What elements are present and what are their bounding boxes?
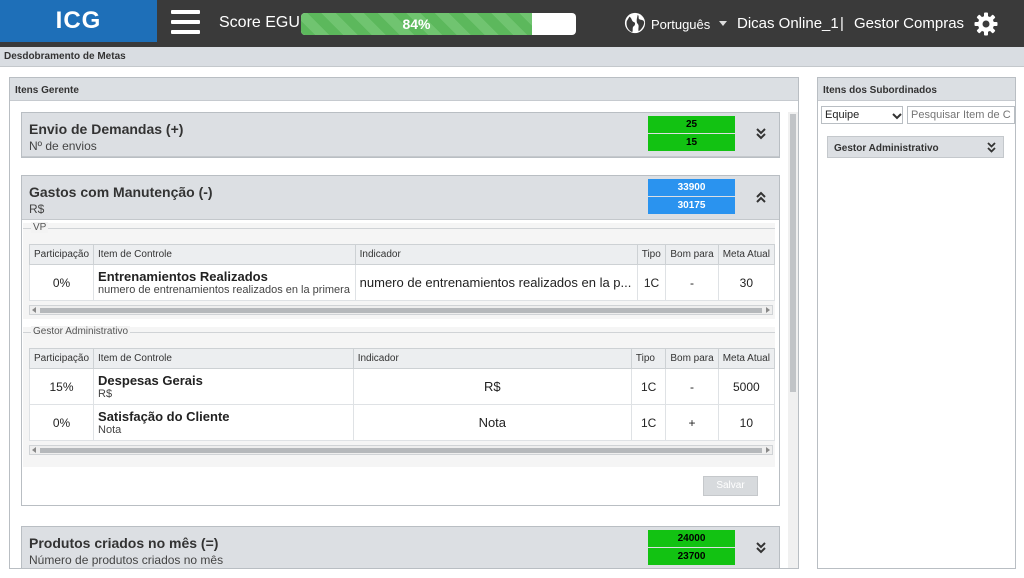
column-header[interactable]: Bom para	[665, 244, 719, 265]
goal-subtitle: Nº de envios	[29, 139, 97, 153]
panel-title: Itens Gerente	[10, 78, 798, 101]
table-header-row: Participação Item de Controle Indicador …	[28, 348, 776, 369]
gear-icon[interactable]	[974, 12, 998, 36]
cell-bom-para: -	[665, 264, 719, 301]
cell-tipo: 1C	[630, 368, 667, 405]
scrollbar-thumb[interactable]	[790, 114, 796, 392]
chevron-double-up-icon[interactable]	[755, 190, 767, 204]
chevron-down-icon[interactable]	[892, 111, 902, 121]
column-header[interactable]: Item de Controle	[93, 348, 354, 369]
goal-title: Envio de Demandas (+)	[29, 121, 184, 137]
table-row[interactable]: 0% Satisfação do Cliente Nota Nota 1C + …	[28, 404, 776, 441]
cell-meta: 10	[717, 404, 776, 441]
team-select[interactable]: Equipe	[821, 106, 903, 124]
menu-icon[interactable]	[171, 10, 200, 34]
header-separator: |	[840, 15, 844, 32]
goal-actual-badge: 23700	[648, 548, 735, 565]
table-header-row: Participação Item de Controle Indicador …	[28, 244, 776, 265]
chevron-double-down-icon[interactable]	[755, 127, 767, 141]
chevron-down-icon[interactable]	[719, 21, 727, 26]
chevron-double-down-icon[interactable]	[986, 141, 997, 154]
goal-card-header[interactable]: Produtos criados no mês (=) Número de pr…	[22, 527, 779, 568]
top-bar: ICG Score EGU: 84% Português Dicas Onlin…	[0, 0, 1024, 47]
table-row[interactable]: 0% Entrenamientos Realizados numero de e…	[28, 264, 776, 301]
cell-indicador: numero de entrenamientos realizados en l…	[354, 264, 638, 301]
table-row[interactable]: 15% Despesas Gerais R$ R$ 1C - 5000	[28, 368, 776, 405]
goal-subtitle: Número de produtos criados no mês	[29, 553, 224, 567]
goal-target-badge: 25	[648, 116, 735, 133]
items-table: Participação Item de Controle Indicador …	[28, 244, 776, 301]
cell-item: Satisfação do Cliente Nota	[93, 404, 354, 441]
score-progress-bar: 84%	[301, 13, 576, 35]
panel-title: Itens dos Subordinados	[818, 78, 1015, 101]
cell-tipo: 1C	[636, 264, 667, 301]
language-selector[interactable]: Português	[651, 17, 710, 32]
goal-target-badge: 24000	[648, 530, 735, 547]
column-header[interactable]: Meta Atual	[717, 348, 776, 369]
cell-indicador: R$	[352, 368, 632, 405]
item-subtitle: Nota	[98, 424, 122, 436]
item-subtitle: R$	[98, 388, 113, 400]
search-input[interactable]	[907, 106, 1015, 124]
goal-card: Envio de Demandas (+) Nº de envios 25 15	[21, 112, 780, 158]
vertical-scrollbar[interactable]	[788, 112, 798, 568]
subordinate-group-vp: VP Participação Item de Controle Indicad…	[23, 222, 776, 319]
item-title: Entrenamientos Realizados	[98, 269, 268, 284]
column-header[interactable]: Indicador	[352, 348, 632, 369]
chevron-double-down-icon[interactable]	[755, 541, 767, 555]
column-header[interactable]: Meta Atual	[717, 244, 776, 265]
goal-subtitle: R$	[29, 202, 45, 216]
subordinate-item-card[interactable]: Gestor Administrativo	[827, 136, 1004, 158]
cell-indicador: Nota	[352, 404, 632, 441]
app-logo[interactable]: ICG	[0, 0, 157, 42]
column-header[interactable]: Participação	[28, 348, 95, 369]
column-header[interactable]: Tipo	[630, 348, 667, 369]
goal-card: Gastos com Manutenção (-) R$ 33900 30175…	[21, 175, 780, 506]
cell-participacao: 0%	[28, 264, 95, 301]
cell-participacao: 15%	[28, 368, 95, 405]
item-subtitle: numero de entrenamientos realizados en l…	[98, 284, 350, 296]
subordinate-item-title: Gestor Administrativo	[834, 143, 939, 154]
globe-icon[interactable]	[624, 12, 646, 34]
cell-meta: 5000	[717, 368, 776, 405]
score-progress-fill: 84%	[301, 13, 532, 35]
goal-title: Produtos criados no mês (=)	[29, 535, 219, 551]
manager-items-panel: Itens Gerente Envio de Demandas (+) Nº d…	[9, 77, 799, 569]
cell-item: Entrenamientos Realizados numero de entr…	[93, 264, 356, 301]
subordinate-items-panel: Itens dos Subordinados Equipe Gestor Adm…	[817, 77, 1016, 569]
cell-bom-para: -	[665, 368, 719, 405]
cell-meta: 30	[717, 264, 776, 301]
column-header[interactable]: Item de Controle	[93, 244, 356, 265]
goal-card: Produtos criados no mês (=) Número de pr…	[21, 526, 780, 568]
goal-actual-badge: 30175	[648, 197, 735, 214]
goal-actual-badge: 15	[648, 134, 735, 151]
horizontal-scrollbar[interactable]	[29, 305, 773, 315]
group-legend: VP	[31, 222, 49, 233]
user-name: Dicas Online_1	[737, 15, 839, 32]
cell-tipo: 1C	[630, 404, 667, 441]
item-title: Despesas Gerais	[98, 373, 203, 388]
subordinate-group-gestor: Gestor Administrativo Participação Item …	[23, 326, 776, 467]
cell-item: Despesas Gerais R$	[93, 368, 354, 405]
goal-title: Gastos com Manutenção (-)	[29, 184, 213, 200]
item-title: Satisfação do Cliente	[98, 409, 230, 424]
user-role: Gestor Compras	[854, 15, 965, 32]
column-header[interactable]: Participação	[28, 244, 95, 265]
team-select-value: Equipe	[825, 109, 860, 121]
goal-card-header[interactable]: Gastos com Manutenção (-) R$ 33900 30175	[22, 176, 779, 220]
goal-card-header[interactable]: Envio de Demandas (+) Nº de envios 25 15	[22, 113, 779, 157]
cell-bom-para: +	[665, 404, 719, 441]
save-button[interactable]: Salvar	[703, 476, 758, 496]
horizontal-scrollbar[interactable]	[29, 445, 773, 455]
goal-target-badge: 33900	[648, 179, 735, 196]
column-header[interactable]: Tipo	[636, 244, 667, 265]
items-table: Participação Item de Controle Indicador …	[28, 348, 776, 441]
breadcrumb: Desdobramento de Metas	[0, 47, 1024, 67]
cell-participacao: 0%	[28, 404, 95, 441]
column-header[interactable]: Indicador	[354, 244, 638, 265]
score-label: Score EGU:	[219, 14, 305, 31]
column-header[interactable]: Bom para	[665, 348, 719, 369]
group-legend: Gestor Administrativo	[31, 326, 131, 337]
